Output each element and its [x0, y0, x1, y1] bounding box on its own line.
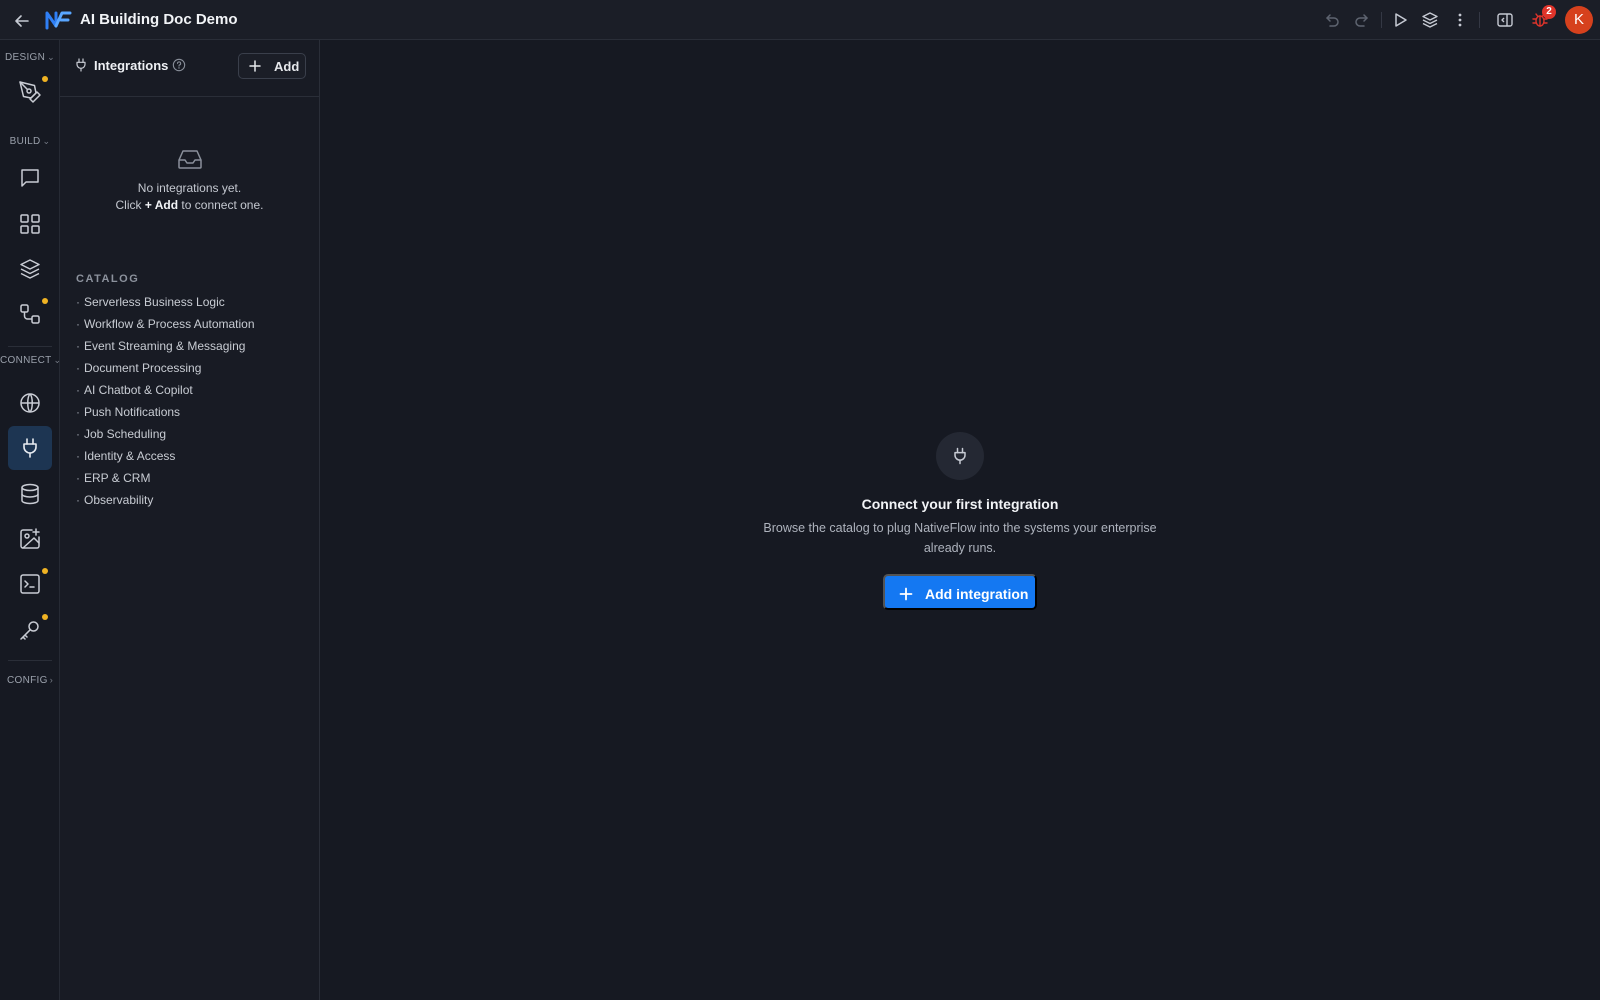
catalog-heading: CATALOG	[76, 273, 140, 285]
panel-toggle-icon[interactable]	[1495, 10, 1515, 30]
add-integration-button[interactable]: Add	[238, 53, 306, 79]
left-rail: DESIGN ⌄ BUILD ⌄ CONNECT ⌄ CONFIG ›	[0, 40, 61, 1000]
image-plus-icon	[20, 528, 40, 549]
pen-tool-icon	[19, 81, 41, 103]
empty-state-text: No integrations yet.	[137, 181, 242, 195]
integrations-panel: Integrations Add No integrations yet. Cl…	[60, 40, 320, 1000]
plug-icon	[936, 432, 984, 480]
catalog-item[interactable]: Push Notifications	[76, 401, 255, 423]
terminal-icon	[20, 574, 40, 594]
empty-main-description: Browse the catalog to plug NativeFlow in…	[763, 521, 1157, 555]
top-bar: AI Building Doc Demo 2 K	[0, 0, 1600, 40]
catalog-item[interactable]: ERP & CRM	[76, 467, 255, 489]
catalog-list: Serverless Business Logic Workflow & Pro…	[76, 291, 255, 511]
undo-icon[interactable]	[1322, 10, 1342, 30]
rail-item-media[interactable]	[8, 517, 52, 561]
plug-icon	[73, 57, 89, 73]
section-label-build[interactable]: BUILD ⌄	[0, 136, 60, 147]
rail-item-design[interactable]	[8, 70, 52, 114]
more-vertical-icon[interactable]	[1450, 10, 1470, 30]
plus-icon	[899, 587, 913, 601]
rail-item-api[interactable]	[8, 381, 52, 425]
catalog-item[interactable]: Job Scheduling	[76, 423, 255, 445]
main-canvas: Connect your first integration Browse th…	[320, 40, 1600, 1000]
rail-item-workflow[interactable]	[8, 292, 52, 336]
workflow-icon	[20, 304, 40, 324]
database-icon	[21, 483, 39, 505]
add-button-label: Add	[274, 59, 300, 74]
catalog-item[interactable]: Identity & Access	[76, 445, 255, 467]
section-label-connect[interactable]: CONNECT ⌄	[0, 355, 61, 366]
catalog-item[interactable]: Observability	[76, 489, 255, 511]
rail-item-terminal[interactable]	[8, 562, 52, 606]
empty-state-hint: Click + Add to connect one.	[115, 198, 264, 212]
inbox-icon	[176, 147, 204, 171]
panel-header: Integrations Add	[60, 40, 319, 97]
toolbar-divider	[1381, 12, 1382, 28]
add-integration-cta-button[interactable]: Add integration	[883, 574, 1037, 610]
app-logo	[44, 8, 72, 32]
empty-state: No integrations yet. Click + Add to conn…	[60, 147, 319, 214]
catalog-item[interactable]: Workflow & Process Automation	[76, 313, 255, 335]
user-avatar[interactable]: K	[1565, 6, 1593, 34]
add-hint-emphasis: + Add	[144, 198, 179, 212]
plug-icon	[23, 438, 37, 458]
chat-icon	[21, 169, 39, 187]
play-icon[interactable]	[1390, 10, 1410, 30]
globe-icon	[20, 393, 40, 413]
app-title: AI Building Doc Demo	[80, 11, 238, 28]
rail-item-integrations[interactable]	[8, 426, 52, 470]
section-label-config[interactable]: CONFIG ›	[0, 675, 60, 686]
status-dot	[42, 298, 48, 304]
status-dot	[42, 76, 48, 82]
grid-icon	[20, 214, 40, 234]
notification-badge: 2	[1542, 5, 1556, 19]
empty-main-title: Connect your first integration	[861, 496, 1059, 512]
rail-item-database[interactable]	[8, 472, 52, 516]
catalog-item[interactable]: AI Chatbot & Copilot	[76, 379, 255, 401]
cta-label: Add integration	[925, 586, 1029, 602]
rail-divider	[8, 660, 52, 661]
toolbar-divider	[1479, 12, 1480, 28]
help-icon[interactable]	[172, 58, 186, 72]
rail-divider	[8, 346, 52, 347]
rail-item-components[interactable]	[8, 202, 52, 246]
catalog-item[interactable]: Event Streaming & Messaging	[76, 335, 255, 357]
status-dot	[42, 568, 48, 574]
layers-icon	[20, 259, 40, 279]
catalog-item[interactable]: Serverless Business Logic	[76, 291, 255, 313]
layers-icon[interactable]	[1420, 10, 1440, 30]
rail-item-layers[interactable]	[8, 247, 52, 291]
status-dot	[42, 614, 48, 620]
rail-item-keys[interactable]	[8, 608, 52, 652]
redo-icon[interactable]	[1352, 10, 1372, 30]
catalog-item[interactable]: Document Processing	[76, 357, 255, 379]
back-arrow-icon[interactable]	[12, 11, 32, 31]
key-icon	[20, 621, 39, 640]
section-label-design[interactable]: DESIGN ⌄	[0, 52, 60, 63]
plus-icon	[248, 59, 262, 73]
panel-title: Integrations	[94, 58, 169, 73]
rail-item-chat[interactable]	[8, 156, 52, 200]
